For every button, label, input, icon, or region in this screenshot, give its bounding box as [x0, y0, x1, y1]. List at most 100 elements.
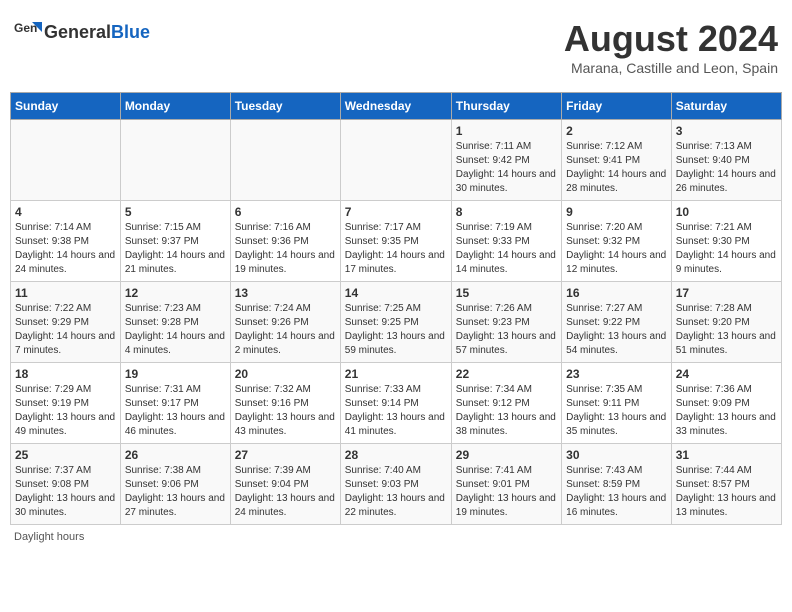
header: Gen GeneralBlue August 2024 Marana, Cast…: [10, 10, 782, 84]
day-cell: 5Sunrise: 7:15 AMSunset: 9:37 PMDaylight…: [120, 201, 230, 282]
day-header-wednesday: Wednesday: [340, 93, 451, 120]
day-number: 7: [345, 205, 447, 219]
day-cell: 25Sunrise: 7:37 AMSunset: 9:08 PMDayligh…: [11, 444, 121, 525]
day-cell: 20 Sunrise: 7:32 AMSunset: 9:16 PMDayligh…: [230, 363, 340, 444]
day-cell: 18Sunrise: 7:29 AMSunset: 9:19 PMDayligh…: [11, 363, 121, 444]
week-row-5: 25Sunrise: 7:37 AMSunset: 9:08 PMDayligh…: [11, 444, 782, 525]
day-info: Sunrise: 7:25 AMSunset: 9:25 PMDaylight:…: [345, 302, 447, 358]
day-cell: 23 Sunrise: 7:35 AMSunset: 9:11 PMDayligh…: [562, 363, 672, 444]
day-number: 19: [125, 367, 226, 381]
day-info: Sunrise: 7:26 AMSunset: 9:23 PMDaylight:…: [456, 302, 557, 358]
day-info: Sunrise: 7:32 AMSunset: 9:16 PMDaylight:…: [235, 383, 336, 439]
day-header-sunday: Sunday: [11, 93, 121, 120]
day-info: Sunrise: 7:13 AMSunset: 9:40 PMDaylight:…: [676, 140, 777, 196]
day-cell: 11Sunrise: 7:22 AMSunset: 9:29 PMDayligh…: [11, 282, 121, 363]
day-number: 9: [566, 205, 667, 219]
day-number: 26: [125, 448, 226, 462]
day-cell: 16Sunrise: 7:27 AMSunset: 9:22 PMDayligh…: [562, 282, 672, 363]
day-number: 23: [566, 367, 667, 381]
day-info: Sunrise: 7:28 AMSunset: 9:20 PMDaylight:…: [676, 302, 777, 358]
day-number: 11: [15, 286, 116, 300]
day-number: 30: [566, 448, 667, 462]
day-info: Sunrise: 7:31 AMSunset: 9:17 PMDaylight:…: [125, 383, 226, 439]
day-info: Sunrise: 7:17 AMSunset: 9:35 PMDaylight:…: [345, 221, 447, 277]
logo-text-blue: Blue: [111, 22, 150, 42]
day-cell: 9 Sunrise: 7:20 AMSunset: 9:32 PMDaylight…: [562, 201, 672, 282]
day-info: Sunrise: 7:38 AMSunset: 9:06 PMDaylight:…: [125, 464, 226, 520]
day-info: Sunrise: 7:11 AMSunset: 9:42 PMDaylight:…: [456, 140, 557, 196]
day-info: Sunrise: 7:36 AMSunset: 9:09 PMDaylight:…: [676, 383, 777, 439]
day-cell: 26 Sunrise: 7:38 AMSunset: 9:06 PMDayligh…: [120, 444, 230, 525]
day-info: Sunrise: 7:14 AMSunset: 9:38 PMDaylight:…: [15, 221, 116, 277]
day-info: Sunrise: 7:19 AMSunset: 9:33 PMDaylight:…: [456, 221, 557, 277]
day-cell: 13 Sunrise: 7:24 AMSunset: 9:26 PMDayligh…: [230, 282, 340, 363]
day-number: 10: [676, 205, 777, 219]
day-number: 2: [566, 124, 667, 138]
logo: Gen GeneralBlue: [14, 18, 150, 46]
day-number: 4: [15, 205, 116, 219]
day-cell: 31 Sunrise: 7:44 AMSunset: 8:57 PMDayligh…: [671, 444, 781, 525]
day-info: Sunrise: 7:44 AMSunset: 8:57 PMDaylight:…: [676, 464, 777, 520]
day-number: 14: [345, 286, 447, 300]
day-cell: 22 Sunrise: 7:34 AMSunset: 9:12 PMDayligh…: [451, 363, 561, 444]
calendar-subtitle: Marana, Castille and Leon, Spain: [564, 60, 778, 76]
day-cell: 1Sunrise: 7:11 AMSunset: 9:42 PMDaylight…: [451, 120, 561, 201]
day-info: Sunrise: 7:12 AMSunset: 9:41 PMDaylight:…: [566, 140, 667, 196]
day-info: Sunrise: 7:23 AMSunset: 9:28 PMDaylight:…: [125, 302, 226, 358]
day-cell: 7 Sunrise: 7:17 AMSunset: 9:35 PMDaylight…: [340, 201, 451, 282]
day-cell: 29Sunrise: 7:41 AMSunset: 9:01 PMDayligh…: [451, 444, 561, 525]
day-cell: 24Sunrise: 7:36 AMSunset: 9:09 PMDayligh…: [671, 363, 781, 444]
day-number: 12: [125, 286, 226, 300]
day-cell: 10 Sunrise: 7:21 AMSunset: 9:30 PMDayligh…: [671, 201, 781, 282]
day-cell: [230, 120, 340, 201]
footer-note: Daylight hours: [10, 531, 782, 543]
day-number: 3: [676, 124, 777, 138]
day-info: Sunrise: 7:27 AMSunset: 9:22 PMDaylight:…: [566, 302, 667, 358]
day-cell: [120, 120, 230, 201]
title-area: August 2024 Marana, Castille and Leon, S…: [564, 18, 778, 76]
day-info: Sunrise: 7:39 AMSunset: 9:04 PMDaylight:…: [235, 464, 336, 520]
calendar-title: August 2024: [564, 18, 778, 60]
day-info: Sunrise: 7:37 AMSunset: 9:08 PMDaylight:…: [15, 464, 116, 520]
calendar-table: SundayMondayTuesdayWednesdayThursdayFrid…: [10, 92, 782, 525]
day-header-tuesday: Tuesday: [230, 93, 340, 120]
day-info: Sunrise: 7:41 AMSunset: 9:01 PMDaylight:…: [456, 464, 557, 520]
day-header-thursday: Thursday: [451, 93, 561, 120]
day-info: Sunrise: 7:43 AMSunset: 8:59 PMDaylight:…: [566, 464, 667, 520]
day-cell: 15Sunrise: 7:26 AMSunset: 9:23 PMDayligh…: [451, 282, 561, 363]
day-cell: 3 Sunrise: 7:13 AMSunset: 9:40 PMDaylight…: [671, 120, 781, 201]
day-number: 31: [676, 448, 777, 462]
day-number: 28: [345, 448, 447, 462]
day-cell: 19 Sunrise: 7:31 AMSunset: 9:17 PMDayligh…: [120, 363, 230, 444]
week-row-4: 18Sunrise: 7:29 AMSunset: 9:19 PMDayligh…: [11, 363, 782, 444]
day-number: 20: [235, 367, 336, 381]
day-cell: 28Sunrise: 7:40 AMSunset: 9:03 PMDayligh…: [340, 444, 451, 525]
day-cell: 17 Sunrise: 7:28 AMSunset: 9:20 PMDayligh…: [671, 282, 781, 363]
day-cell: [340, 120, 451, 201]
day-cell: 6Sunrise: 7:16 AMSunset: 9:36 PMDaylight…: [230, 201, 340, 282]
day-number: 17: [676, 286, 777, 300]
day-info: Sunrise: 7:24 AMSunset: 9:26 PMDaylight:…: [235, 302, 336, 358]
day-cell: 21Sunrise: 7:33 AMSunset: 9:14 PMDayligh…: [340, 363, 451, 444]
day-number: 5: [125, 205, 226, 219]
logo-text-general: General: [44, 22, 111, 42]
day-cell: 27Sunrise: 7:39 AMSunset: 9:04 PMDayligh…: [230, 444, 340, 525]
day-number: 13: [235, 286, 336, 300]
week-row-3: 11Sunrise: 7:22 AMSunset: 9:29 PMDayligh…: [11, 282, 782, 363]
day-info: Sunrise: 7:16 AMSunset: 9:36 PMDaylight:…: [235, 221, 336, 277]
day-info: Sunrise: 7:21 AMSunset: 9:30 PMDaylight:…: [676, 221, 777, 277]
day-cell: 8Sunrise: 7:19 AMSunset: 9:33 PMDaylight…: [451, 201, 561, 282]
day-number: 21: [345, 367, 447, 381]
logo-icon: Gen: [14, 18, 42, 46]
day-cell: 12 Sunrise: 7:23 AMSunset: 9:28 PMDayligh…: [120, 282, 230, 363]
day-info: Sunrise: 7:35 AMSunset: 9:11 PMDaylight:…: [566, 383, 667, 439]
day-info: Sunrise: 7:34 AMSunset: 9:12 PMDaylight:…: [456, 383, 557, 439]
day-header-saturday: Saturday: [671, 93, 781, 120]
day-cell: [11, 120, 121, 201]
header-row: SundayMondayTuesdayWednesdayThursdayFrid…: [11, 93, 782, 120]
day-cell: 30 Sunrise: 7:43 AMSunset: 8:59 PMDayligh…: [562, 444, 672, 525]
day-header-monday: Monday: [120, 93, 230, 120]
day-number: 22: [456, 367, 557, 381]
day-info: Sunrise: 7:20 AMSunset: 9:32 PMDaylight:…: [566, 221, 667, 277]
day-cell: 14 Sunrise: 7:25 AMSunset: 9:25 PMDayligh…: [340, 282, 451, 363]
